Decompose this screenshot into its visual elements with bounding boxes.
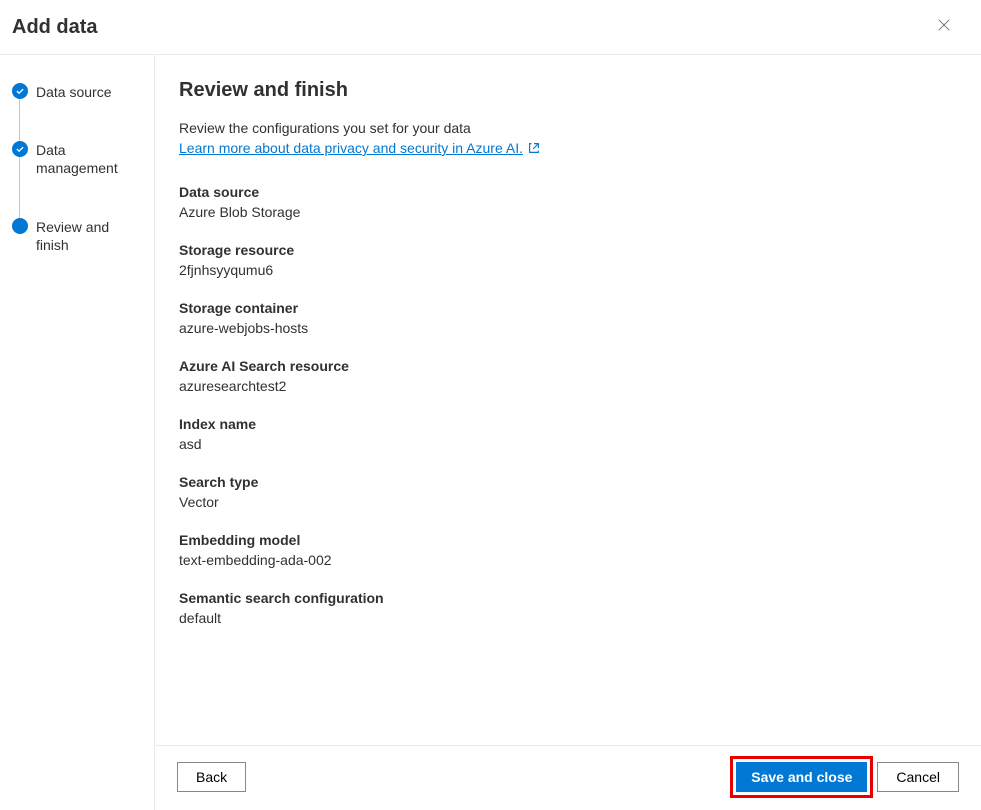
step-label: Review and finish [36,218,142,254]
field-label: Storage resource [179,242,957,258]
field-search-type: Search type Vector [179,474,957,510]
save-and-close-button[interactable]: Save and close [736,762,867,792]
summary-fields: Data source Azure Blob Storage Storage r… [179,184,957,626]
dialog-header: Add data [0,0,981,55]
field-storage-container: Storage container azure-webjobs-hosts [179,300,957,336]
check-icon [12,83,28,99]
field-value: default [179,610,957,626]
step-data-source[interactable]: Data source [12,83,142,141]
field-value: azure-webjobs-hosts [179,320,957,336]
field-value: Azure Blob Storage [179,204,957,220]
main-panel: Review and finish Review the configurati… [155,55,981,810]
field-value: text-embedding-ada-002 [179,552,957,568]
field-semantic-config: Semantic search configuration default [179,590,957,626]
back-button[interactable]: Back [177,762,246,792]
step-connector [19,157,20,217]
wizard-steps: Data source Data management Review and f… [0,55,155,810]
step-review-finish[interactable]: Review and finish [12,218,142,254]
step-connector [19,99,20,141]
check-icon [12,141,28,157]
field-value: 2fjnhsyyqumu6 [179,262,957,278]
learn-more-link[interactable]: Learn more about data privacy and securi… [179,140,541,156]
circle-icon [12,218,28,234]
cancel-button[interactable]: Cancel [877,762,959,792]
dialog-title: Add data [12,16,98,39]
external-link-icon [527,141,541,155]
field-value: azuresearchtest2 [179,378,957,394]
intro-text: Review the configurations you set for yo… [179,120,957,136]
field-label: Data source [179,184,957,200]
field-label: Semantic search configuration [179,590,957,606]
field-value: asd [179,436,957,452]
field-embedding-model: Embedding model text-embedding-ada-002 [179,532,957,568]
dialog-footer: Back Save and close Cancel [155,745,981,810]
link-text: Learn more about data privacy and securi… [179,140,523,156]
field-search-resource: Azure AI Search resource azuresearchtest… [179,358,957,394]
content-area: Review and finish Review the configurati… [155,55,981,745]
field-storage-resource: Storage resource 2fjnhsyyqumu6 [179,242,957,278]
field-label: Storage container [179,300,957,316]
close-icon [937,19,951,36]
page-title: Review and finish [179,79,957,102]
field-label: Search type [179,474,957,490]
step-data-management[interactable]: Data management [12,141,142,217]
field-data-source: Data source Azure Blob Storage [179,184,957,220]
close-button[interactable] [931,12,957,42]
field-label: Embedding model [179,532,957,548]
field-label: Index name [179,416,957,432]
field-index-name: Index name asd [179,416,957,452]
field-value: Vector [179,494,957,510]
step-label: Data management [36,141,142,177]
field-label: Azure AI Search resource [179,358,957,374]
step-label: Data source [36,83,111,101]
